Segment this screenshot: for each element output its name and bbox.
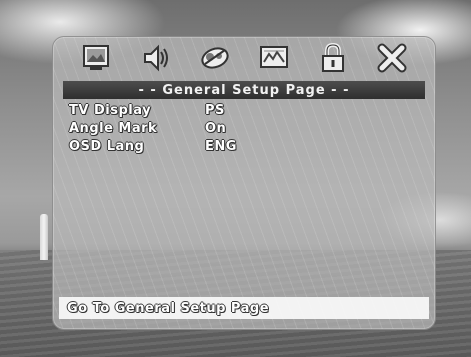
- setup-menu-panel: - - General Setup Page - - TV Display PS…: [52, 36, 436, 330]
- exit-icon[interactable]: [375, 41, 409, 75]
- setting-value: On: [205, 120, 227, 136]
- lighthouse-graphic: [40, 214, 48, 260]
- setting-value: PS: [205, 102, 225, 118]
- dolby-setup-icon[interactable]: [198, 41, 232, 75]
- video-setup-icon[interactable]: [257, 41, 291, 75]
- setting-label: Angle Mark: [69, 120, 158, 136]
- status-text: Go To General Setup Page: [67, 300, 270, 316]
- status-bar: Go To General Setup Page: [59, 297, 429, 319]
- general-setup-icon[interactable]: [80, 41, 114, 75]
- setting-row-angle-mark[interactable]: Angle Mark On: [69, 119, 309, 137]
- password-lock-icon[interactable]: [316, 41, 350, 75]
- setting-label: TV Display: [69, 102, 152, 118]
- setting-value: ENG: [205, 138, 237, 154]
- setting-row-osd-lang[interactable]: OSD Lang ENG: [69, 137, 309, 155]
- page-title: - - General Setup Page - -: [63, 81, 425, 99]
- settings-list: TV Display PS Angle Mark On OSD Lang ENG: [69, 101, 309, 155]
- setting-row-tv-display[interactable]: TV Display PS: [69, 101, 309, 119]
- audio-setup-icon[interactable]: [139, 41, 173, 75]
- setting-label: OSD Lang: [69, 138, 145, 154]
- setup-toolbar: [53, 37, 435, 79]
